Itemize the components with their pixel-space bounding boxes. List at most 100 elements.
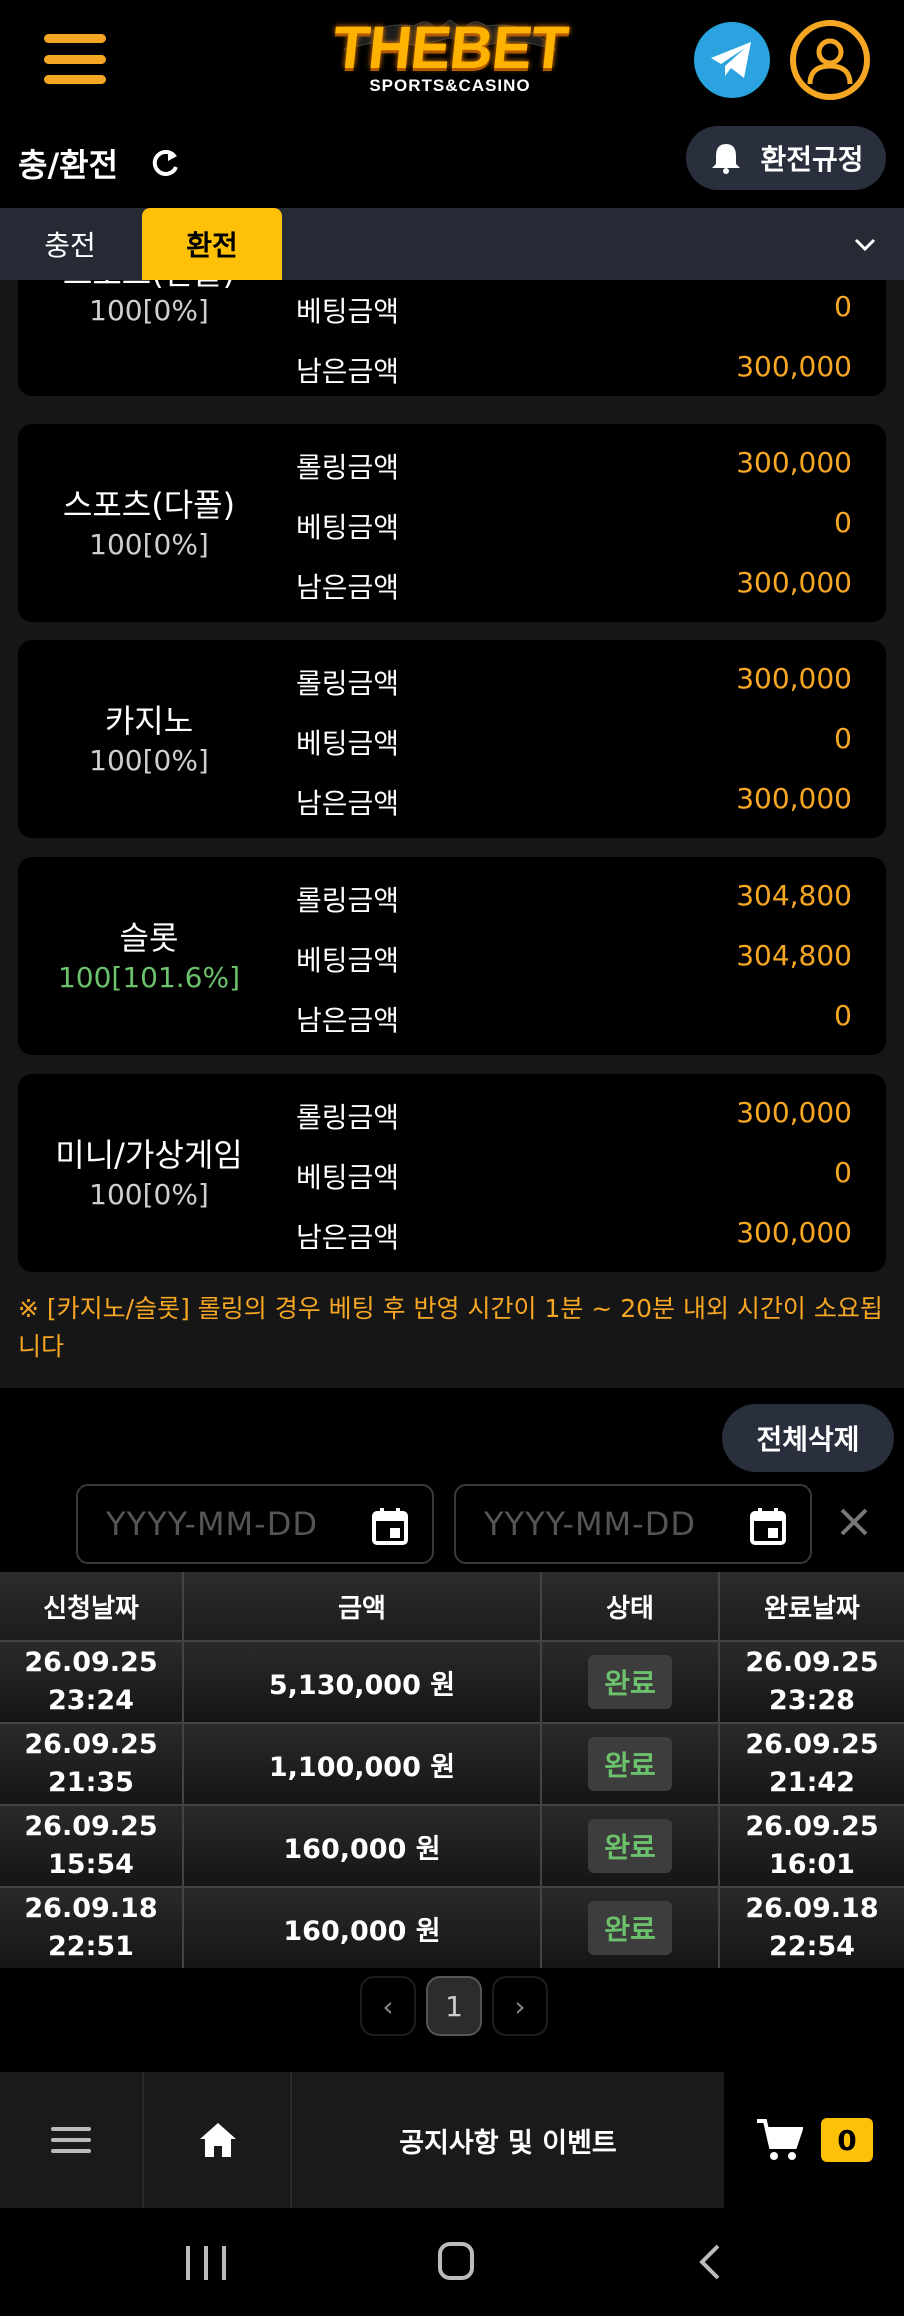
rolling-card: 스포츠(다폴) 100[0%] 롤링금액 300,000 베팅금액 0 남은금액… bbox=[18, 424, 886, 622]
betting-value: 0 bbox=[834, 1156, 852, 1189]
col-complete-date: 완료날짜 bbox=[764, 1593, 860, 1624]
remaining-value: 300,000 bbox=[736, 566, 852, 599]
status-badge: 완료 bbox=[588, 1819, 672, 1873]
request-date: 26.09.25 bbox=[24, 1647, 158, 1678]
game-type-name: 카지노 bbox=[104, 702, 194, 740]
end-date-placeholder: YYYY-MM-DD bbox=[484, 1505, 696, 1543]
complete-datetime: 26.09.25 23:28 bbox=[720, 1642, 904, 1722]
complete-date: 26.09.18 bbox=[745, 1893, 879, 1924]
remaining-value: 300,000 bbox=[736, 1216, 852, 1249]
amount: 5,130,000 원 bbox=[184, 1642, 542, 1722]
complete-time: 16:01 bbox=[769, 1849, 855, 1880]
table-row[interactable]: 26.09.25 23:24 5,130,000 원 완료 26.09.25 2… bbox=[0, 1640, 904, 1722]
rolling-label: 롤링금액 bbox=[296, 1101, 400, 1134]
table-row[interactable]: 26.09.25 15:54 160,000 원 완료 26.09.25 16:… bbox=[0, 1804, 904, 1886]
tab-exchange[interactable]: 환전 bbox=[142, 208, 282, 280]
rolling-percent: 100[0%] bbox=[89, 1178, 209, 1211]
home-button[interactable] bbox=[146, 2072, 292, 2208]
rolling-card: 카지노 100[0%] 롤링금액 300,000 베팅금액 0 남은금액 300… bbox=[18, 640, 886, 838]
rolling-percent: 100[0%] bbox=[89, 528, 209, 561]
status-badge: 완료 bbox=[588, 1901, 672, 1955]
telegram-button[interactable] bbox=[694, 22, 770, 98]
tab-bar: 충전 환전 bbox=[0, 208, 904, 280]
complete-time: 21:42 bbox=[769, 1767, 855, 1798]
pagination: ‹ 1 › bbox=[360, 1976, 548, 2036]
bet-slip-button[interactable]: 0 bbox=[724, 2072, 904, 2208]
complete-time: 22:54 bbox=[769, 1931, 855, 1962]
tab-charge[interactable]: 충전 bbox=[0, 208, 140, 280]
request-time: 21:35 bbox=[48, 1767, 134, 1798]
recent-apps-icon[interactable] bbox=[186, 2246, 226, 2280]
request-datetime: 26.09.25 21:35 bbox=[0, 1724, 184, 1804]
request-time: 15:54 bbox=[48, 1849, 134, 1880]
betting-value: 0 bbox=[834, 290, 852, 323]
complete-time: 23:28 bbox=[769, 1685, 855, 1716]
system-home-icon[interactable] bbox=[438, 2242, 474, 2280]
page-title: 충/환전 bbox=[18, 146, 119, 184]
betting-label: 베팅금액 bbox=[296, 511, 400, 544]
rolling-percent: 100[0%] bbox=[89, 744, 209, 777]
betting-label: 베팅금액 bbox=[296, 295, 400, 328]
notice-events-button[interactable]: 공지사항 및 이벤트 bbox=[292, 2072, 724, 2208]
rolling-label: 롤링금액 bbox=[296, 884, 400, 917]
rolling-value: 300,000 bbox=[736, 446, 852, 479]
request-datetime: 26.09.18 22:51 bbox=[0, 1888, 184, 1968]
betting-label: 베팅금액 bbox=[296, 1161, 400, 1194]
end-date-input[interactable]: YYYY-MM-DD bbox=[454, 1484, 812, 1564]
title-row: 충/환전 환전규정 bbox=[0, 120, 904, 208]
request-date: 26.09.25 bbox=[24, 1729, 158, 1760]
col-amount: 금액 bbox=[184, 1572, 542, 1640]
close-icon[interactable] bbox=[838, 1506, 870, 1538]
hamburger-menu-icon[interactable] bbox=[44, 34, 106, 84]
betting-value: 0 bbox=[834, 506, 852, 539]
exchange-history-table: 신청날짜 금액 상태 완료날짜 26.09.25 23:24 5,130,000… bbox=[0, 1572, 904, 1968]
request-date: 26.09.25 bbox=[24, 1811, 158, 1842]
prev-page-button[interactable]: ‹ bbox=[360, 1976, 416, 2036]
status-badge: 완료 bbox=[588, 1737, 672, 1791]
remaining-value: 300,000 bbox=[736, 782, 852, 815]
table-row[interactable]: 26.09.18 22:51 160,000 원 완료 26.09.18 22:… bbox=[0, 1886, 904, 1968]
remaining-label: 남은금액 bbox=[296, 571, 400, 604]
cart-icon bbox=[757, 2119, 803, 2160]
system-navigation-bar bbox=[0, 2208, 904, 2316]
remaining-value: 300,000 bbox=[736, 350, 852, 383]
exchange-rules-button[interactable]: 환전규정 bbox=[686, 126, 886, 190]
start-date-placeholder: YYYY-MM-DD bbox=[106, 1505, 318, 1543]
user-profile-button[interactable] bbox=[790, 20, 870, 100]
betting-label: 베팅금액 bbox=[296, 727, 400, 760]
refresh-icon[interactable] bbox=[148, 146, 182, 180]
complete-date: 26.09.25 bbox=[745, 1811, 879, 1842]
rolling-card: 스포츠(단폴) 100[0%] 베팅금액 0 남은금액 300,000 bbox=[18, 280, 886, 396]
start-date-input[interactable]: YYYY-MM-DD bbox=[76, 1484, 434, 1564]
bottom-nav: 공지사항 및 이벤트 0 bbox=[0, 2072, 904, 2208]
next-page-button[interactable]: › bbox=[492, 1976, 548, 2036]
page-1-button[interactable]: 1 bbox=[426, 1976, 482, 2036]
game-type-name: 스포츠(다폴) bbox=[62, 486, 236, 524]
remaining-label: 남은금액 bbox=[296, 355, 400, 388]
remaining-label: 남은금액 bbox=[296, 1221, 400, 1254]
chevron-down-icon[interactable] bbox=[850, 230, 880, 260]
rolling-notice: ※ [카지노/슬롯] 롤링의 경우 베팅 후 반영 시간이 1분 ~ 20분 내… bbox=[18, 1294, 883, 1361]
game-type-name: 슬롯 bbox=[119, 919, 179, 957]
telegram-icon bbox=[711, 42, 751, 78]
rolling-value: 304,800 bbox=[736, 879, 852, 912]
betting-value: 304,800 bbox=[736, 939, 852, 972]
exchange-rules-label: 환전규정 bbox=[760, 143, 864, 176]
col-status: 상태 bbox=[542, 1572, 720, 1640]
complete-datetime: 26.09.25 16:01 bbox=[720, 1806, 904, 1886]
complete-date: 26.09.25 bbox=[745, 1729, 879, 1760]
delete-all-button[interactable]: 전체삭제 bbox=[722, 1404, 894, 1472]
site-logo[interactable]: THEBET SPORTS&CASINO bbox=[330, 14, 571, 108]
back-icon[interactable] bbox=[694, 2242, 728, 2282]
betting-value: 0 bbox=[834, 722, 852, 755]
table-header: 신청날짜 금액 상태 완료날짜 bbox=[0, 1572, 904, 1640]
calendar-icon[interactable] bbox=[370, 1506, 410, 1546]
logo-subtext: SPORTS&CASINO bbox=[369, 76, 531, 95]
rolling-label: 롤링금액 bbox=[296, 451, 400, 484]
game-type-name: 스포츠(단폴) bbox=[18, 280, 280, 294]
request-datetime: 26.09.25 23:24 bbox=[0, 1642, 184, 1722]
bottom-menu-button[interactable] bbox=[0, 2072, 144, 2208]
calendar-icon[interactable] bbox=[748, 1506, 788, 1546]
table-row[interactable]: 26.09.25 21:35 1,100,000 원 완료 26.09.25 2… bbox=[0, 1722, 904, 1804]
rolling-percent: 100[0%] bbox=[89, 294, 209, 327]
